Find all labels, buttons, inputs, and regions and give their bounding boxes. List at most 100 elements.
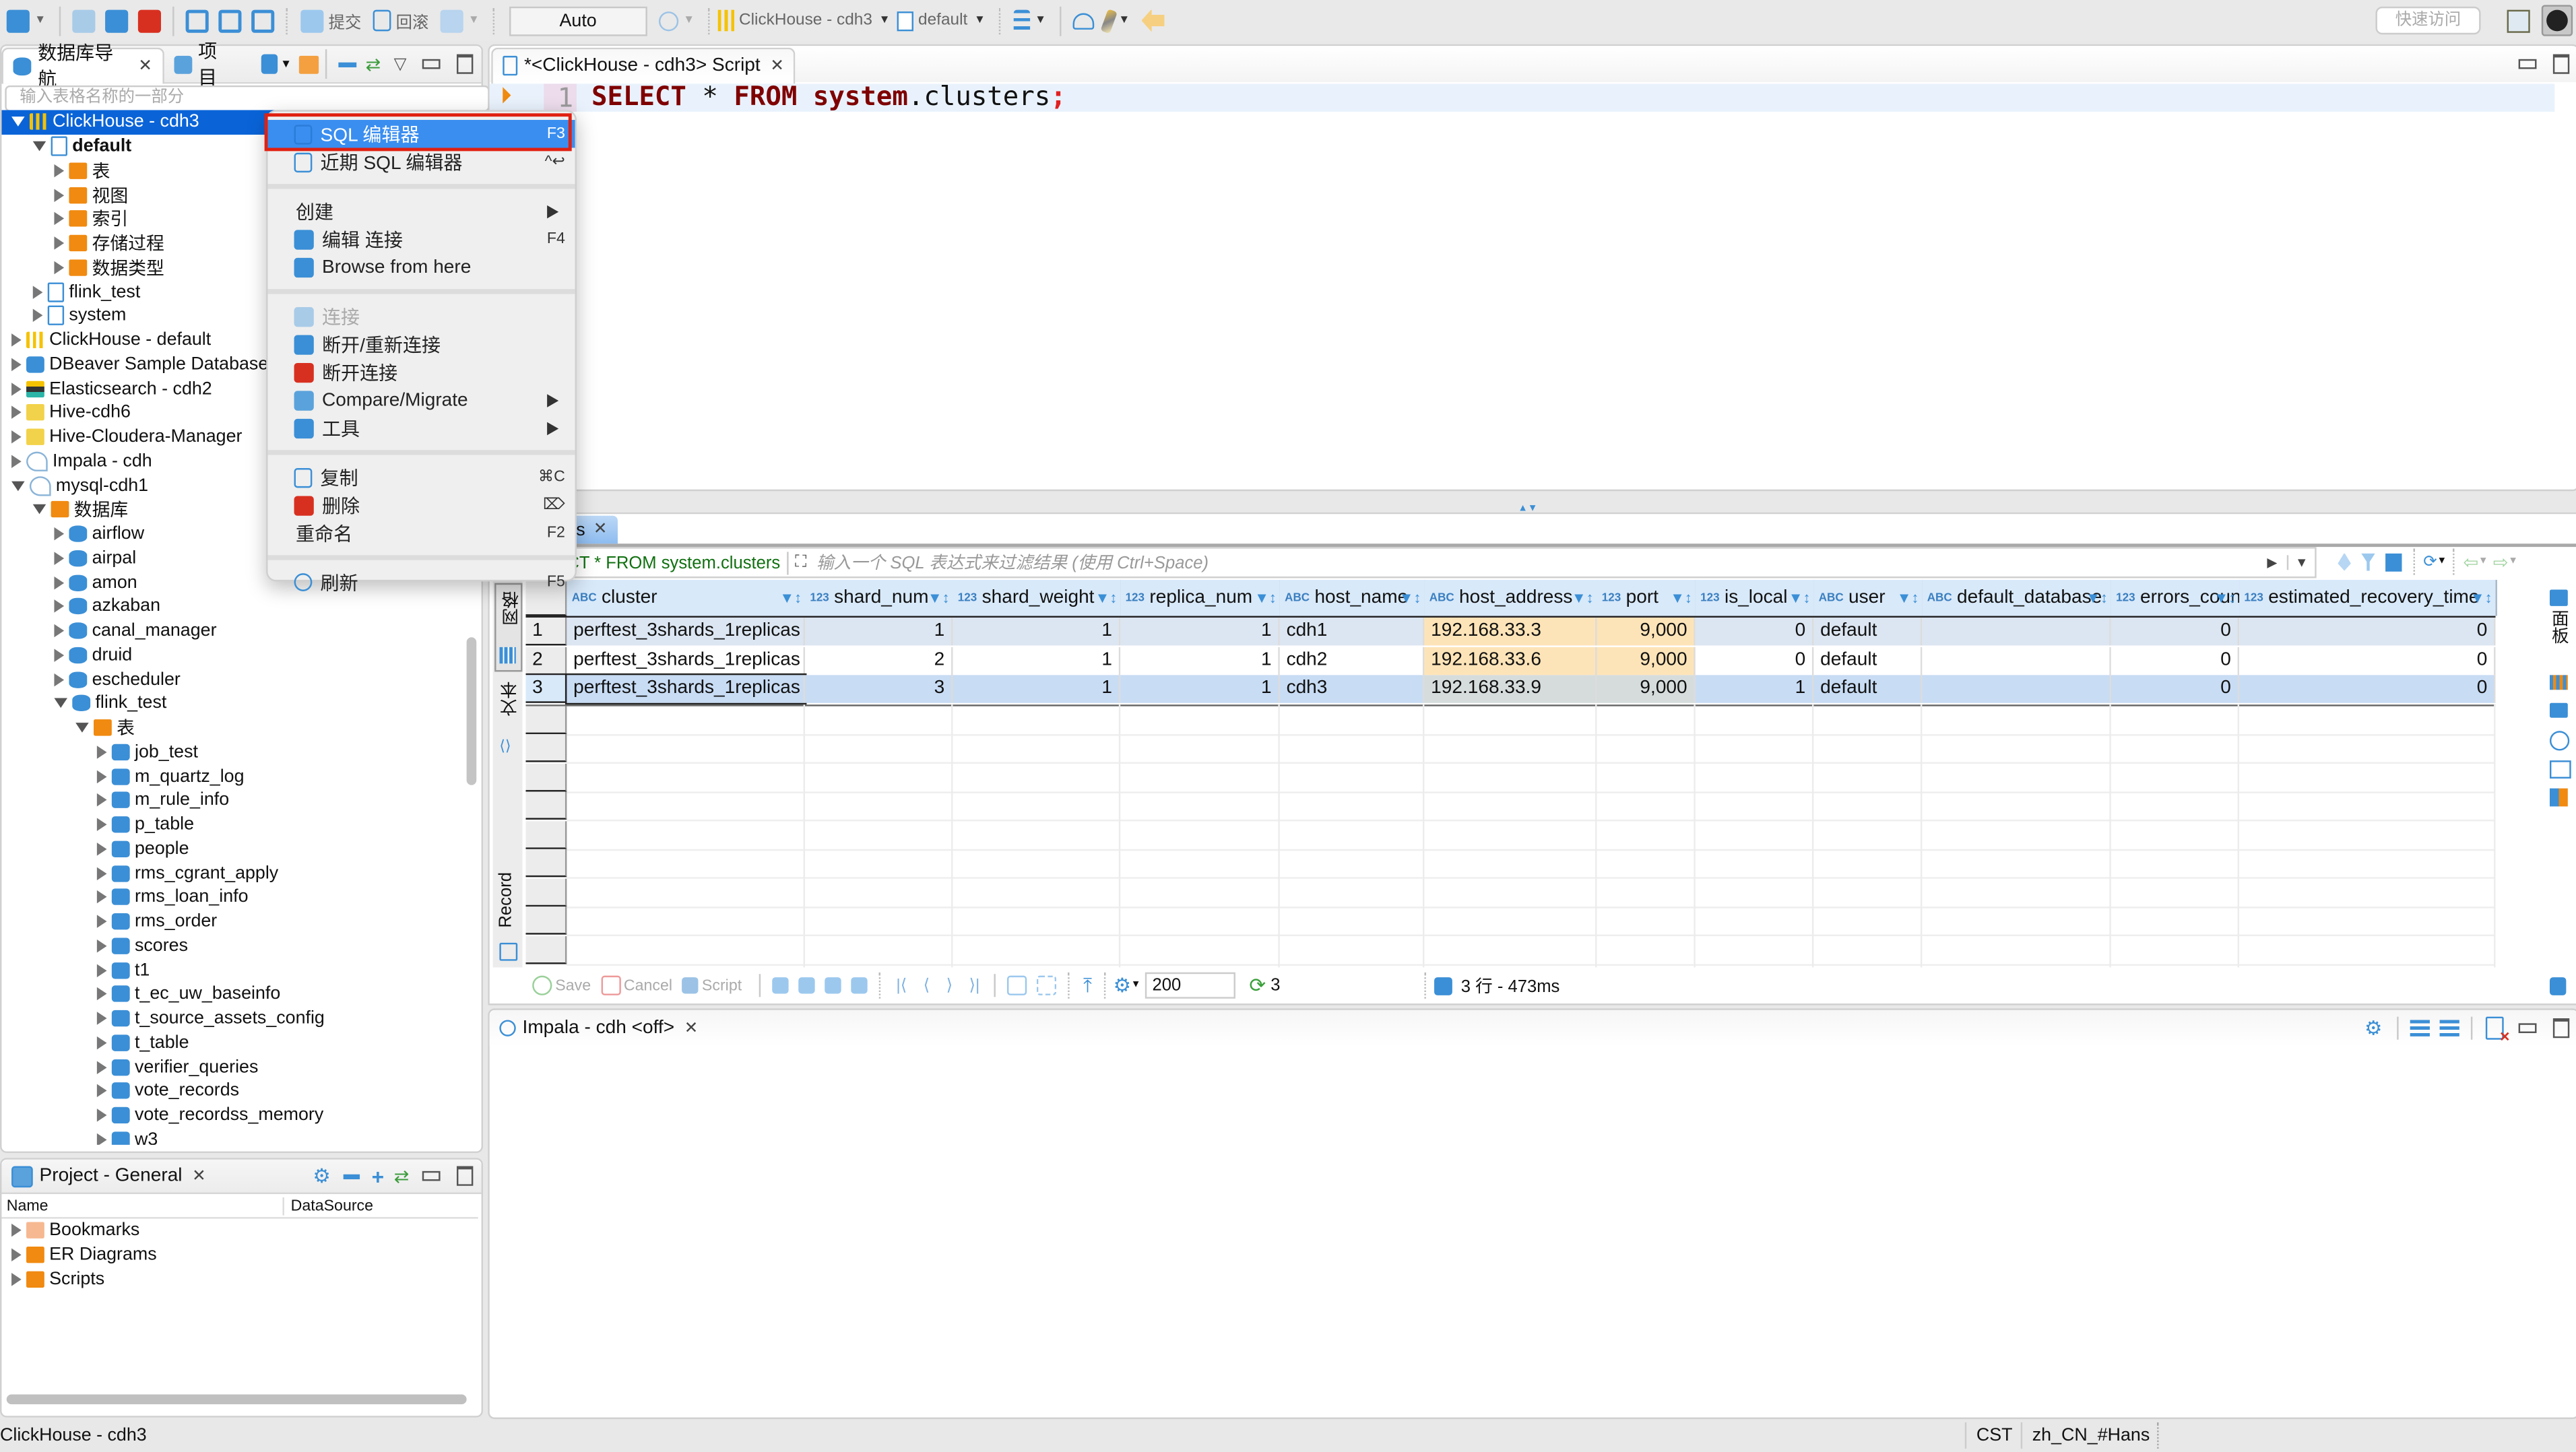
expand-arrow-icon[interactable] xyxy=(96,939,107,953)
outline-list-icon[interactable] xyxy=(1013,9,1030,32)
menu-item[interactable]: 重命名 F2 xyxy=(268,519,575,547)
metadata-panel-icon[interactable] xyxy=(2549,760,2571,779)
panels-toggle-icon[interactable] xyxy=(2549,589,2568,606)
close-icon[interactable]: ✕ xyxy=(192,1167,205,1185)
tree-node[interactable]: m_quartz_log xyxy=(96,764,245,789)
columns-panel-icon[interactable] xyxy=(2549,675,2568,690)
expand-arrow-icon[interactable] xyxy=(54,576,65,589)
column-header[interactable]: 123 shard_num ▼↕ xyxy=(805,579,955,616)
tree-node[interactable]: w3 xyxy=(96,1127,158,1145)
tree-node[interactable]: vote_records xyxy=(96,1079,239,1103)
tree-node[interactable]: 存储过程 xyxy=(54,231,164,255)
grid-cell[interactable]: cdh1 xyxy=(1279,617,1425,646)
menu-item[interactable]: Browse from here xyxy=(268,253,575,281)
menu-item[interactable]: 近期 SQL 编辑器 ^↩ xyxy=(268,147,575,175)
grid-cell[interactable]: 0 xyxy=(2239,617,2496,646)
tab-grid-view[interactable]: 网格 xyxy=(494,583,523,672)
expand-arrow-icon[interactable] xyxy=(96,1109,107,1122)
save-button[interactable]: Save xyxy=(532,975,591,995)
tree-node[interactable]: people xyxy=(96,837,189,861)
fetch-size-input[interactable]: 200 xyxy=(1145,972,1236,999)
tree-node[interactable]: verifier_queries xyxy=(96,1055,258,1079)
expand-arrow-icon[interactable] xyxy=(11,1249,22,1262)
collapse-all-icon[interactable] xyxy=(344,1173,360,1179)
tree-node[interactable]: escheduler xyxy=(54,667,181,692)
column-header[interactable]: ABC user ▼↕ xyxy=(1813,579,1924,616)
menu-item[interactable]: Compare/Migrate xyxy=(268,386,575,414)
grid-cell[interactable]: 192.168.33.9 xyxy=(1424,675,1597,703)
grid-cell[interactable]: 0 xyxy=(2111,675,2240,703)
collapse-arrow-icon[interactable] xyxy=(32,504,46,515)
grid-cell[interactable]: 1 xyxy=(1120,617,1280,646)
column-filter-sort-icon[interactable]: ▼↕ xyxy=(1670,590,1692,606)
tab-record-view[interactable]: Record xyxy=(494,869,519,964)
column-filter-sort-icon[interactable]: ▼↕ xyxy=(779,590,802,606)
add-row-icon[interactable] xyxy=(798,977,814,994)
filter-icon[interactable] xyxy=(2360,552,2376,571)
expand-arrow-icon[interactable] xyxy=(11,358,22,371)
minimize-icon[interactable] xyxy=(2518,59,2537,69)
tree-node[interactable]: rms_loan_info xyxy=(96,886,248,910)
grid-cell[interactable]: 0 xyxy=(1695,646,1814,675)
dropdown-arrow-icon[interactable]: ▼ xyxy=(34,15,46,26)
open-recent-script-icon[interactable] xyxy=(218,9,242,32)
menu-item[interactable]: 断开/重新连接 xyxy=(268,330,575,358)
expand-arrow-icon[interactable] xyxy=(54,672,65,686)
connect-icon[interactable] xyxy=(72,9,96,32)
expand-arrow-icon[interactable] xyxy=(11,430,22,444)
new-connection-icon[interactable] xyxy=(6,9,30,32)
tree-node[interactable]: ClickHouse - default xyxy=(11,328,211,352)
menu-item[interactable]: 删除 ⌦ xyxy=(268,491,575,519)
export-icon[interactable]: ⤒ xyxy=(1083,973,1092,998)
dropdown-arrow-icon[interactable]: ▼ xyxy=(2478,557,2488,567)
tree-node[interactable]: vote_recordss_memory xyxy=(96,1103,323,1127)
expand-arrow-icon[interactable] xyxy=(11,333,22,347)
grid-cell[interactable]: default xyxy=(1813,617,1923,646)
grid-cell[interactable]: cdh2 xyxy=(1279,646,1425,675)
grid-cell[interactable]: 1 xyxy=(1120,646,1280,675)
column-header-name[interactable]: Name xyxy=(1,1196,284,1215)
tree-node[interactable]: Impala - cdh xyxy=(11,449,152,473)
grid-cell[interactable]: 0 xyxy=(1695,617,1814,646)
expand-arrow-icon[interactable] xyxy=(11,1224,22,1238)
dropdown-arrow-icon[interactable]: ▼ xyxy=(683,15,695,26)
new-connection-icon[interactable] xyxy=(260,54,278,74)
tree-node[interactable]: t_ec_uw_baseinfo xyxy=(96,982,280,1006)
column-header[interactable]: 123 shard_weight ▼↕ xyxy=(953,579,1122,616)
maximize-icon[interactable] xyxy=(457,54,474,74)
rollback-button[interactable]: 回滚 xyxy=(368,8,435,33)
column-filter-sort-icon[interactable]: ▼↕ xyxy=(1897,590,1919,606)
menu-item[interactable]: 复制 ⌘C xyxy=(268,463,575,491)
column-filter-sort-icon[interactable]: ▼↕ xyxy=(1572,590,1594,606)
expand-arrow-icon[interactable] xyxy=(54,624,65,638)
expand-panels-icon[interactable] xyxy=(2410,1020,2430,1036)
tree-node[interactable]: t_table xyxy=(96,1030,189,1055)
configure-icon[interactable]: ⚙ xyxy=(313,1164,330,1187)
grid-cell[interactable]: 0 xyxy=(2239,675,2496,703)
tab-project-general[interactable]: Project - General ✕ xyxy=(1,1160,216,1193)
close-icon[interactable]: ✕ xyxy=(593,521,607,539)
expand-arrow-icon[interactable] xyxy=(96,842,107,856)
collapse-all-icon[interactable] xyxy=(337,61,356,67)
tree-node[interactable]: flink_test xyxy=(54,692,166,716)
column-header[interactable]: 123 is_local ▼↕ xyxy=(1695,579,1815,616)
row-number[interactable]: 1 xyxy=(525,617,567,646)
column-filter-sort-icon[interactable]: ▼↕ xyxy=(1095,590,1118,606)
close-icon[interactable]: ✕ xyxy=(770,57,783,75)
tree-node[interactable]: t_source_assets_config xyxy=(96,1006,325,1030)
tree-node[interactable]: amon xyxy=(54,570,137,595)
expand-arrow-icon[interactable] xyxy=(32,309,43,323)
expand-arrow-icon[interactable] xyxy=(96,1060,107,1074)
delete-row-icon[interactable] xyxy=(850,977,867,994)
tree-node[interactable]: scores xyxy=(96,933,188,958)
tree-node[interactable]: azkaban xyxy=(54,595,160,619)
collapse-arrow-icon[interactable] xyxy=(32,141,46,152)
expand-arrow-icon[interactable] xyxy=(11,406,22,420)
new-folder-icon[interactable] xyxy=(298,55,319,73)
expand-arrow-icon[interactable] xyxy=(96,1084,107,1098)
reconnect-icon[interactable] xyxy=(104,9,129,32)
grouping-panel-icon[interactable] xyxy=(2549,702,2568,718)
tree-node[interactable]: system xyxy=(32,304,126,328)
tree-node[interactable]: job_test xyxy=(96,740,198,764)
tree-node[interactable]: 视图 xyxy=(54,183,128,207)
